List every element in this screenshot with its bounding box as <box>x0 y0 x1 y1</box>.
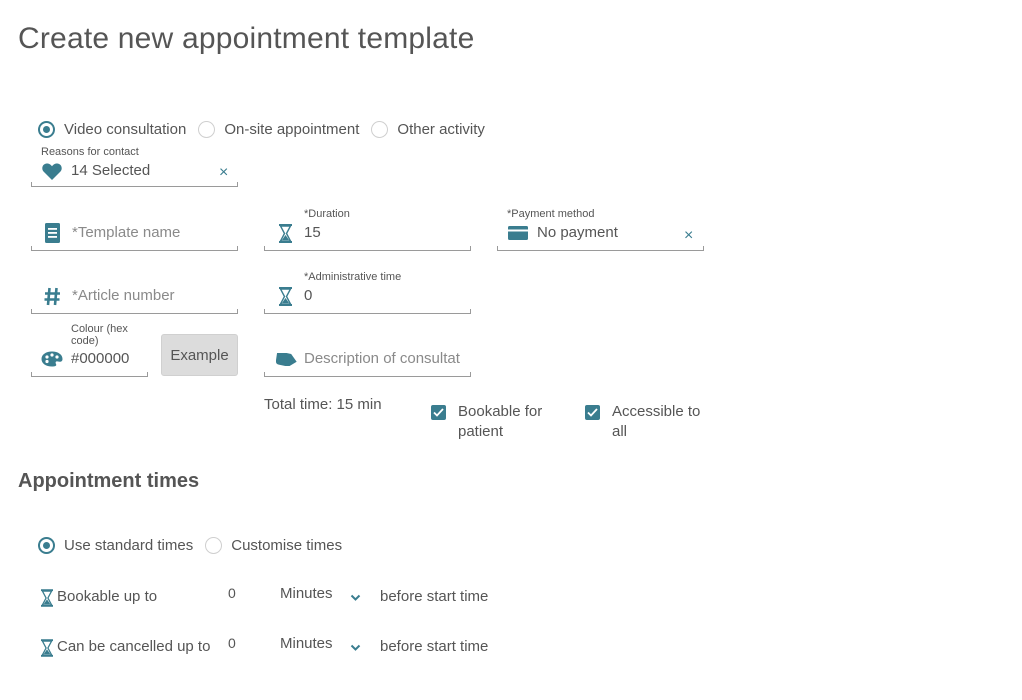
total-time-text: Total time: 15 min <box>264 396 382 413</box>
admin-time-underline <box>264 309 471 314</box>
cancellable-up-to-value-input[interactable]: 0 <box>228 635 236 651</box>
hash-icon <box>43 286 61 306</box>
admin-time-label: *Administrative time <box>304 271 402 283</box>
credit-card-icon <box>508 226 528 240</box>
radio-video-consultation[interactable]: Video consultation <box>38 121 186 138</box>
radio-circle <box>38 121 55 138</box>
bookable-up-to-label: Bookable up to <box>57 588 158 605</box>
checkbox-label: Accessible to all <box>612 402 700 442</box>
chevron-down-icon[interactable] <box>350 639 361 657</box>
appointment-type-radio-group: Video consultation On-site appointment O… <box>38 121 495 138</box>
tag-icon <box>275 352 297 366</box>
colour-input[interactable]: #000000 <box>71 350 129 367</box>
radio-label: Video consultation <box>64 121 187 138</box>
radio-on-site-appointment[interactable]: On-site appointment <box>198 121 359 138</box>
article-number-input[interactable]: *Article number <box>72 287 175 304</box>
checkbox-label-line2: patient <box>458 423 504 440</box>
colour-underline <box>31 372 148 377</box>
checkbox-label-line2: all <box>612 423 628 440</box>
checkbox-label-line1: Accessible to <box>612 403 701 420</box>
radio-label: Other activity <box>397 121 485 138</box>
bookable-up-to-value-input[interactable]: 0 <box>228 585 236 601</box>
template-name-input[interactable]: *Template name <box>72 224 180 241</box>
radio-label: Customise times <box>231 537 343 554</box>
page-title: Create new appointment template <box>18 22 475 55</box>
bookable-suffix-text: before start time <box>380 588 489 605</box>
accessible-to-all-checkbox[interactable]: Accessible to all <box>585 402 700 442</box>
radio-use-standard-times[interactable]: Use standard times <box>38 537 193 554</box>
cancellable-suffix-text: before start time <box>380 638 489 655</box>
checkbox-label-line1: Bookable for <box>458 403 543 420</box>
radio-circle <box>198 121 216 138</box>
template-name-underline <box>31 246 238 251</box>
payment-underline <box>497 246 704 251</box>
appointment-times-heading: Appointment times <box>18 470 200 492</box>
bookable-for-patient-checkbox[interactable]: Bookable for patient <box>431 402 542 442</box>
palette-icon <box>41 351 63 367</box>
chevron-down-icon[interactable] <box>350 589 361 607</box>
heart-icon <box>41 162 63 180</box>
checkbox-label: Bookable for patient <box>458 402 542 442</box>
checkbox-checked-icon <box>585 405 600 420</box>
hourglass-icon <box>278 286 292 306</box>
cancellable-up-to-label: Can be cancelled up to <box>57 638 211 655</box>
reasons-label: Reasons for contact <box>41 146 139 158</box>
radio-other-activity[interactable]: Other activity <box>371 121 485 138</box>
checkbox-checked-icon <box>431 405 446 420</box>
radio-circle <box>38 537 55 554</box>
hourglass-icon <box>278 223 292 243</box>
admin-time-input[interactable]: 0 <box>304 287 312 304</box>
clear-payment-button[interactable]: × <box>684 227 693 245</box>
colour-label: Colour (hex code) <box>71 323 128 347</box>
payment-method-select[interactable]: No payment <box>537 224 618 241</box>
colour-label-line1: Colour (hex <box>71 323 128 335</box>
hourglass-icon <box>40 638 53 657</box>
duration-label: *Duration <box>304 208 350 220</box>
radio-label: On-site appointment <box>224 121 360 138</box>
document-icon <box>44 223 60 243</box>
radio-circle <box>371 121 389 138</box>
duration-underline <box>264 246 471 251</box>
radio-customise-times[interactable]: Customise times <box>205 537 342 554</box>
colour-label-line2: code) <box>71 335 99 347</box>
bookable-unit-select[interactable]: Minutes <box>280 585 333 602</box>
description-input[interactable]: Description of consultat <box>304 350 464 367</box>
radio-circle <box>205 537 223 554</box>
reasons-value[interactable]: 14 Selected <box>71 162 150 179</box>
example-button[interactable]: Example <box>161 334 238 376</box>
reasons-field-underline <box>31 182 238 187</box>
payment-label: *Payment method <box>507 208 595 220</box>
clear-reasons-button[interactable]: × <box>219 164 228 182</box>
hourglass-icon <box>40 588 53 607</box>
article-number-underline <box>31 309 238 314</box>
duration-input[interactable]: 15 <box>304 224 321 241</box>
cancellable-unit-select[interactable]: Minutes <box>280 635 333 652</box>
times-mode-radio-group: Use standard times Customise times <box>38 537 352 554</box>
radio-label: Use standard times <box>64 537 194 554</box>
description-underline <box>264 372 471 377</box>
